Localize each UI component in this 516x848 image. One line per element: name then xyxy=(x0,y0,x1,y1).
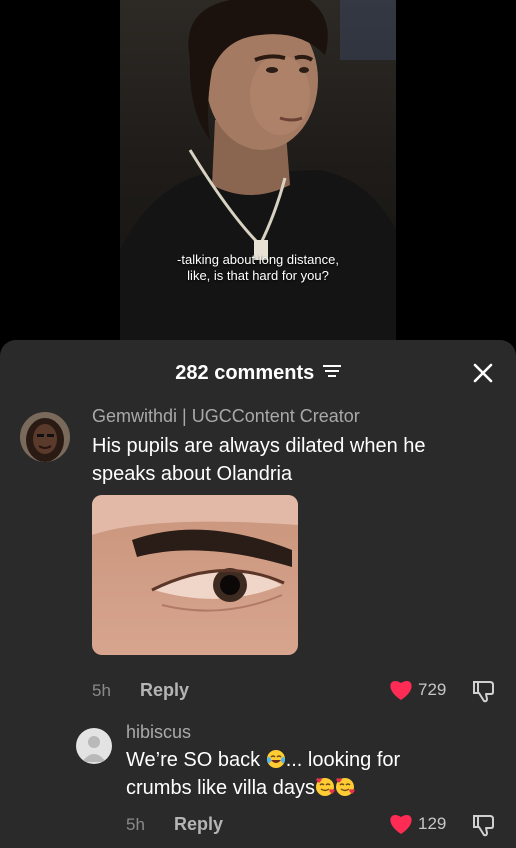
dislike-button[interactable] xyxy=(472,812,498,838)
video-player[interactable]: -talking about long distance, like, is t… xyxy=(0,0,516,345)
comment-attached-image[interactable] xyxy=(92,495,298,655)
video-frame[interactable]: -talking about long distance, like, is t… xyxy=(120,0,396,345)
avatar[interactable] xyxy=(20,412,70,462)
comment-username[interactable]: hibiscus xyxy=(126,722,191,743)
filter-lines-icon[interactable] xyxy=(322,364,341,383)
close-button[interactable] xyxy=(470,360,496,386)
comment-text: We’re SO back ... looking for crumbs lik… xyxy=(126,746,486,802)
dislike-button[interactable] xyxy=(472,678,498,704)
like-count: 129 xyxy=(418,814,447,833)
thumbs-down-icon xyxy=(473,815,494,837)
thumbs-down-icon xyxy=(473,681,494,703)
caption-line-2: like, is that hard for you? xyxy=(187,268,329,283)
comment-text: His pupils are always dilated when he sp… xyxy=(92,432,426,488)
video-caption: -talking about long distance, like, is t… xyxy=(120,252,396,284)
reply-button[interactable]: Reply xyxy=(140,680,189,701)
comments-sheet: 282 comments Gemwithdi | UGCContent Crea… xyxy=(0,340,516,848)
comment-text-line-2: crumbs like villa days xyxy=(126,777,315,799)
comment-count-title: 282 comments xyxy=(175,362,315,384)
smiling-hearts-emoji xyxy=(335,778,355,796)
video-still-image xyxy=(120,0,396,345)
comments-header: 282 comments xyxy=(0,358,516,388)
laughing-tears-emoji xyxy=(266,750,285,768)
comment-time: 5h xyxy=(92,681,111,700)
comment-item[interactable]: Gemwithdi | UGCContent Creator His pupil… xyxy=(0,402,516,704)
comment-text-part-2: ... looking for xyxy=(285,749,401,771)
comment-text-line-2: speaks about Olandria xyxy=(92,463,293,485)
heart-filled-icon xyxy=(390,815,412,834)
close-x-icon xyxy=(473,363,493,383)
heart-filled-icon xyxy=(390,681,412,700)
comment-time: 5h xyxy=(126,815,145,834)
comment-item[interactable]: hibiscus We’re SO back ... looking for c… xyxy=(0,718,516,848)
comment-username[interactable]: Gemwithdi | UGCContent Creator xyxy=(92,406,360,427)
reply-button[interactable]: Reply xyxy=(174,814,223,835)
like-button[interactable]: 729 xyxy=(388,678,458,704)
smiling-hearts-emoji xyxy=(315,778,335,796)
caption-line-1: -talking about long distance, xyxy=(177,252,339,267)
comment-text-part-1: We’re SO back xyxy=(126,749,261,771)
like-button[interactable]: 129 xyxy=(388,812,458,838)
comment-text-line-1: His pupils are always dilated when he xyxy=(92,435,426,457)
avatar-default[interactable] xyxy=(76,728,112,764)
like-count: 729 xyxy=(418,680,447,699)
